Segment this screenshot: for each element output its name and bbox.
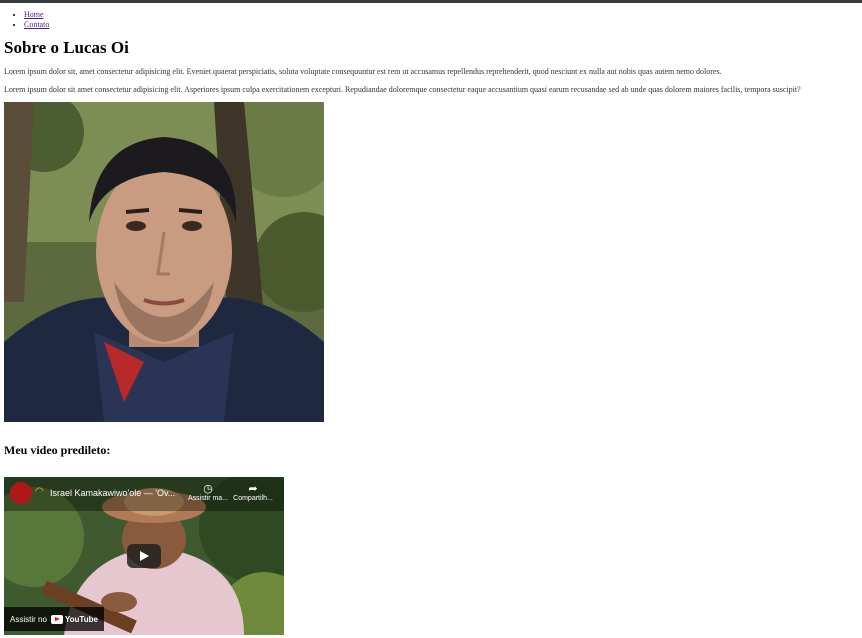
youtube-wordmark: YouTube (64, 614, 98, 624)
youtube-embed[interactable]: ◠ Israel Kamakawiwo'ole — 'Ov... ◷ Assis… (4, 477, 284, 635)
watch-later-button[interactable]: ◷ Assistir ma... (187, 482, 229, 503)
home-link[interactable]: Home (24, 10, 44, 19)
watch-on-label: Assistir no (10, 614, 47, 624)
video-title[interactable]: Israel Kamakawiwo'ole — 'Ov... (50, 488, 175, 498)
intro-paragraph-1: Lorem ipsum dolor sit, amet consectetur … (4, 67, 722, 76)
watch-later-label: Assistir ma... (187, 495, 229, 502)
play-icon (140, 551, 149, 561)
share-icon: ➦ (248, 482, 258, 495)
contato-link[interactable]: Contato (24, 20, 49, 29)
page-title: Sobre o Lucas Oi (4, 38, 129, 57)
nav-item-contato: Contato (24, 20, 49, 30)
watch-on-youtube-button[interactable]: Assistir no YouTube (4, 607, 104, 631)
youtube-logo: YouTube (50, 614, 98, 624)
youtube-logo-icon (50, 614, 63, 624)
profile-photo (4, 102, 324, 422)
video-heading: Meu video predileto: (4, 443, 111, 457)
nav-list: Home Contato (0, 10, 49, 30)
play-button[interactable] (127, 544, 161, 568)
share-label: Compartilh... (233, 495, 273, 502)
rainbow-icon: ◠ (35, 486, 44, 497)
intro-paragraph-2: Lorem ipsum dolor sit amet consectetur a… (4, 85, 801, 94)
browser-top-bar (0, 0, 862, 3)
nav-item-home: Home (24, 10, 49, 20)
clock-icon: ◷ (203, 482, 213, 495)
share-button[interactable]: ➦ Compartilh... (232, 482, 274, 503)
channel-avatar-icon[interactable] (10, 482, 32, 504)
